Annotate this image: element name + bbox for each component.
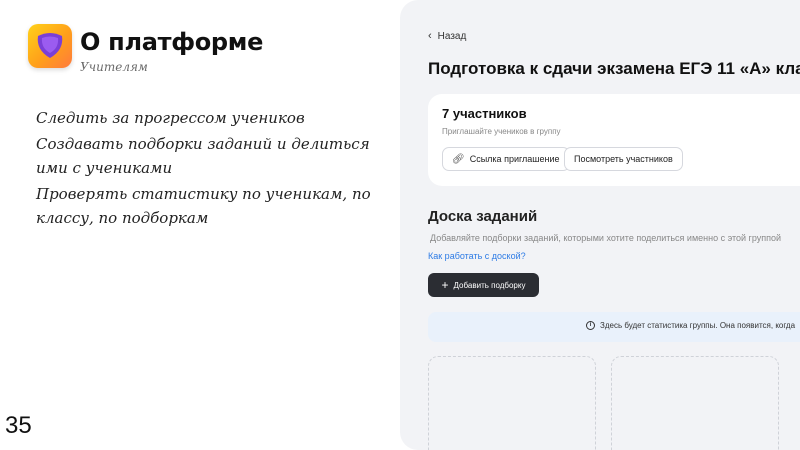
board-description: Добавляйте подборки заданий, которыми хо… <box>430 233 782 243</box>
chevron-left-icon: ‹ <box>428 30 432 42</box>
invite-button-label: Ссылка приглашение <box>469 154 560 164</box>
board-title: Доска заданий <box>428 208 538 225</box>
participants-card: 7 участников Приглашайте учеников в груп… <box>428 94 800 186</box>
participants-count: 7 участников <box>442 106 527 121</box>
feature-item: Следить за прогрессом учеников <box>36 109 305 127</box>
slide-title: О платформе <box>80 28 264 56</box>
invite-link-button[interactable]: 🔗︎ Ссылка приглашение <box>442 147 570 171</box>
add-button-label: Добавить подборку <box>453 280 526 290</box>
collection-placeholder <box>611 356 779 450</box>
feature-item: Создавать подборки заданий и делиться им… <box>36 135 370 177</box>
logo-icon <box>28 24 72 68</box>
view-participants-button[interactable]: Посмотреть участников <box>564 147 683 171</box>
board-help-link[interactable]: Как работать с доской? <box>428 251 526 261</box>
slide-subtitle: Учителям <box>80 60 148 74</box>
app-panel: ‹ Назад Подготовка к сдачи экзамена ЕГЭ … <box>400 0 800 450</box>
info-banner-text: Здесь будет статистика группы. Она появи… <box>600 321 796 330</box>
add-collection-button[interactable]: + Добавить подборку <box>428 273 539 297</box>
back-label: Назад <box>437 30 467 42</box>
back-link[interactable]: ‹ Назад <box>428 30 466 42</box>
page-number: 35 <box>5 412 32 439</box>
plus-icon: + <box>441 278 449 292</box>
link-icon: 🔗︎ <box>452 153 465 165</box>
info-icon: i <box>586 321 595 330</box>
feature-item: Проверять статистику по ученикам, по кла… <box>36 185 371 227</box>
feature-list: Следить за прогрессом учеников Создавать… <box>36 106 381 232</box>
collection-placeholder <box>428 356 596 450</box>
page-title: Подготовка к сдачи экзамена ЕГЭ 11 «А» к… <box>428 59 800 78</box>
participants-hint: Приглашайте учеников в группу <box>442 127 561 136</box>
view-button-label: Посмотреть участников <box>574 154 673 164</box>
stats-info-banner: i Здесь будет статистика группы. Она поя… <box>428 312 800 342</box>
